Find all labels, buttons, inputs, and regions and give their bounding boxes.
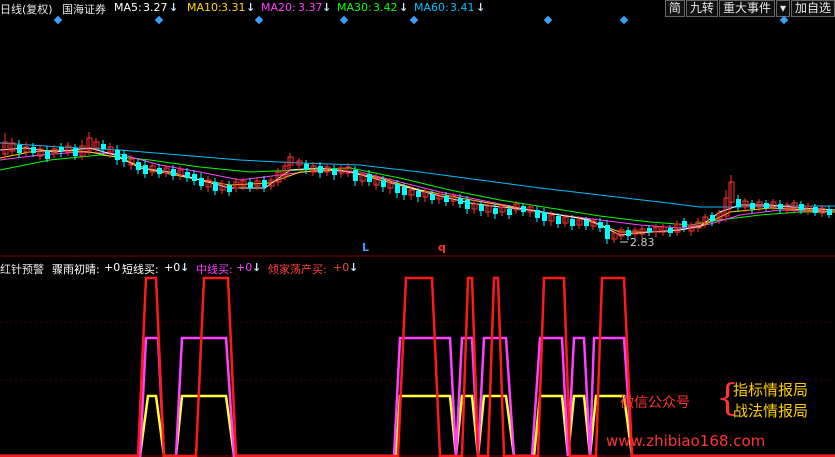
signal-red-line	[0, 276, 835, 457]
watermark-url: www.zhibiao168.com	[606, 432, 766, 450]
item4-arrow-icon: ↓	[349, 261, 359, 274]
indicator-item4-value: +0	[333, 261, 350, 274]
item2-arrow-icon: ↓	[180, 261, 190, 274]
low-price-label: 2.83	[630, 236, 655, 249]
indicator-item1-label: 骤雨初晴:	[52, 263, 100, 276]
wechat-label: 微信公众号	[620, 395, 690, 411]
indicator-title: 红针预警	[0, 263, 44, 276]
indicator-item1-value: +0	[104, 261, 121, 274]
marker-L: L	[362, 241, 369, 254]
indicator-item3-label: 中线买:	[196, 263, 233, 276]
indicator-item2-label: 短线买:	[122, 263, 159, 276]
indicator-item3-value: +0	[236, 261, 253, 274]
marker-q: q	[438, 241, 446, 254]
indicator-item2-value: +0	[164, 261, 181, 274]
item3-arrow-icon: ↓	[252, 261, 262, 274]
watermark-line1: 指标情报局	[733, 381, 809, 399]
watermark-names: 指标情报局 战法情报局	[733, 380, 808, 422]
indicator-signals	[0, 276, 835, 457]
watermark-line2: 战法情报局	[733, 402, 809, 420]
indicator-item4-label: 倾家荡产买:	[268, 263, 327, 276]
kline-chart[interactable]: 2.83 L q	[0, 0, 835, 457]
candles	[2, 132, 832, 244]
